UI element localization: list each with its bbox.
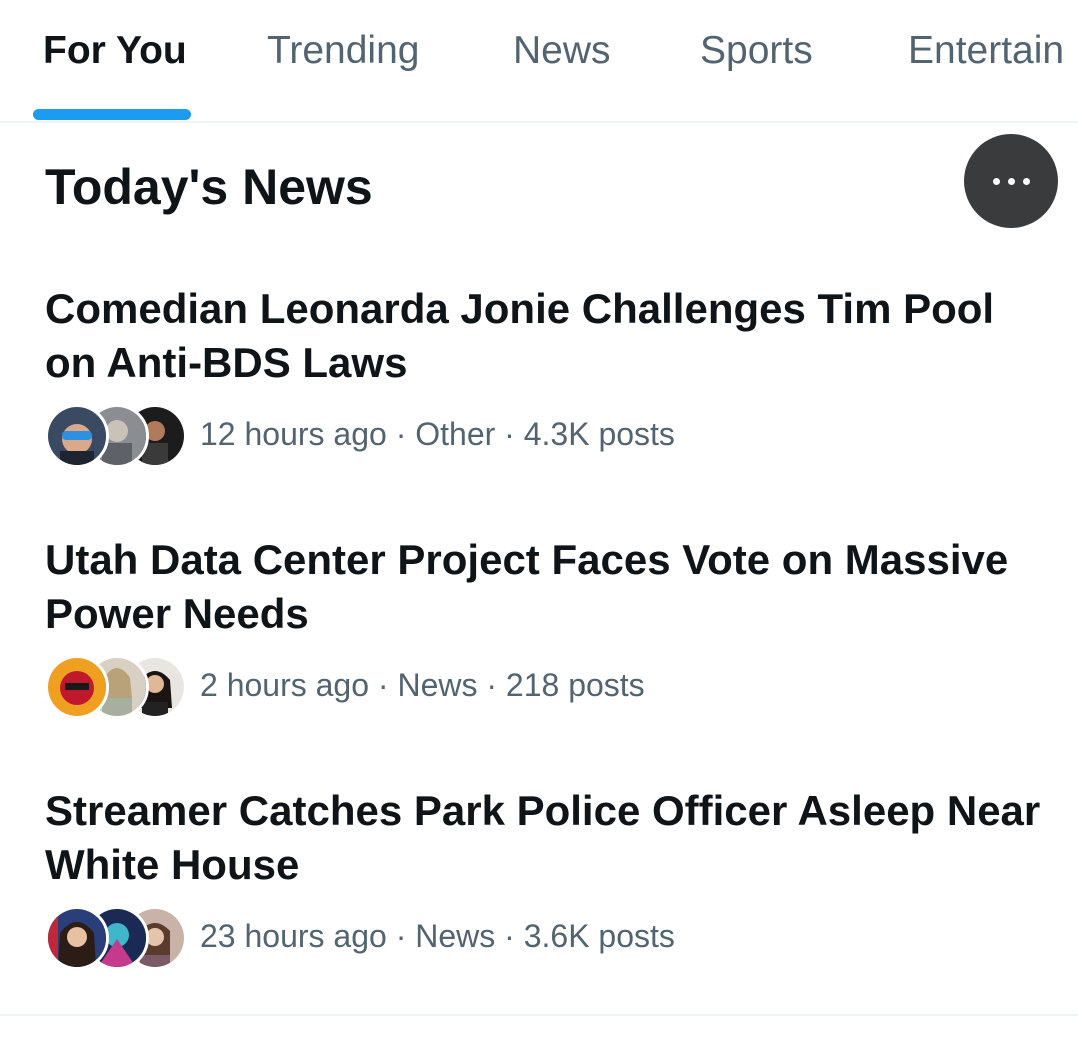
avatar [45,655,109,719]
story-headline: Streamer Catches Park Police Officer Asl… [45,787,1041,888]
active-tab-indicator [33,109,191,120]
more-horizontal-icon-dot [1023,178,1030,185]
story-meta: 2 hours ago · News · 218 posts [200,667,645,703]
tab-news[interactable]: News [513,28,611,74]
story-headline: Comedian Leonarda Jonie Challenges Tim P… [45,285,995,386]
more-horizontal-icon-dot [1008,178,1015,185]
avatar-stack [45,655,187,719]
tab-sports[interactable]: Sports [700,28,813,74]
avatar [45,404,109,468]
section-title: Today's News [45,159,373,215]
news-story[interactable]: Utah Data Center Project Faces Vote on M… [0,533,1078,733]
story-headline: Utah Data Center Project Faces Vote on M… [45,536,1009,637]
story-meta: 12 hours ago · Other · 4.3K posts [200,416,675,452]
tab-trending[interactable]: Trending [267,28,419,74]
avatar-stack [45,906,187,970]
bottom-divider [0,1014,1078,1016]
tab-bar: For You Trending News Sports Entertain [0,0,1078,123]
avatar-stack [45,404,187,468]
more-options-button[interactable] [964,134,1058,228]
news-story[interactable]: Comedian Leonarda Jonie Challenges Tim P… [0,282,1078,482]
tab-for-you[interactable]: For You [43,28,187,74]
tab-entertainment[interactable]: Entertain [908,28,1064,74]
story-meta: 23 hours ago · News · 3.6K posts [200,918,675,954]
more-horizontal-icon [993,178,1000,185]
avatar [45,906,109,970]
news-story[interactable]: Streamer Catches Park Police Officer Asl… [0,784,1078,984]
